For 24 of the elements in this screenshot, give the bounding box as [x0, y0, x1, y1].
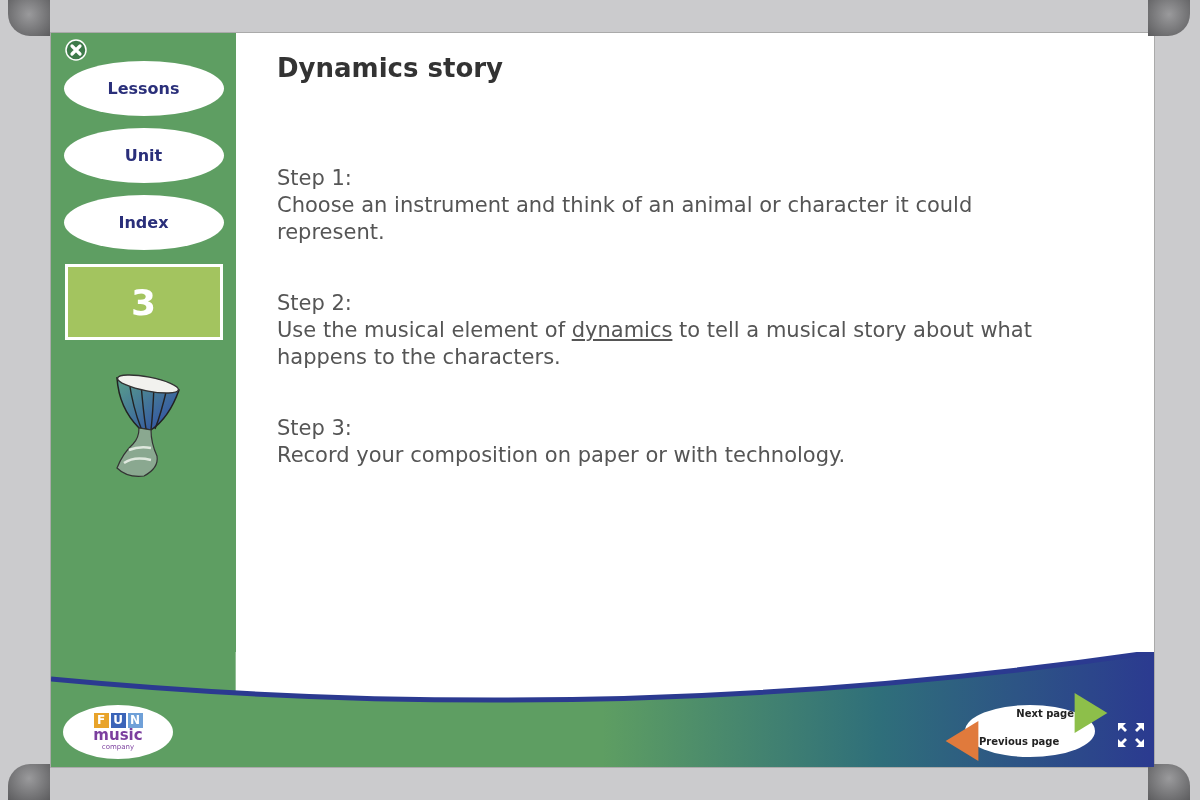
frame-corner [1148, 764, 1190, 800]
step-heading: Step 1: [277, 165, 353, 192]
step-heading: Step 3: [277, 415, 353, 442]
right-arrow-icon [1074, 693, 1108, 733]
page-number: 3 [64, 264, 223, 340]
frame-corner [8, 0, 50, 36]
page-title: Dynamics story [277, 53, 505, 83]
glossary-link[interactable]: dynamics [571, 318, 673, 342]
logo-letter: F [93, 713, 109, 728]
step-heading: Step 2: [277, 290, 353, 317]
menu-button[interactable]: Unit [63, 128, 224, 183]
frame-corner [8, 764, 50, 800]
step-text: Choose an instrument and think of an animal or character it could represent. [277, 192, 974, 246]
fullscreen-icon[interactable] [1116, 721, 1146, 749]
close-icon[interactable] [65, 39, 87, 61]
frame-corner [1148, 0, 1190, 36]
step-text: Record your composition on paper or with technology. [277, 442, 847, 469]
logo-letter: U [110, 713, 126, 728]
left-arrow-icon [945, 721, 979, 761]
menu-button[interactable]: Lessons [63, 61, 224, 116]
menu-button[interactable]: Index [63, 195, 224, 250]
step-text: Use the musical element of dynamics to tell a musical story about what happens to the characters. [277, 317, 1033, 371]
logo-letter: N [127, 713, 143, 728]
logo-word: music [93, 728, 143, 743]
